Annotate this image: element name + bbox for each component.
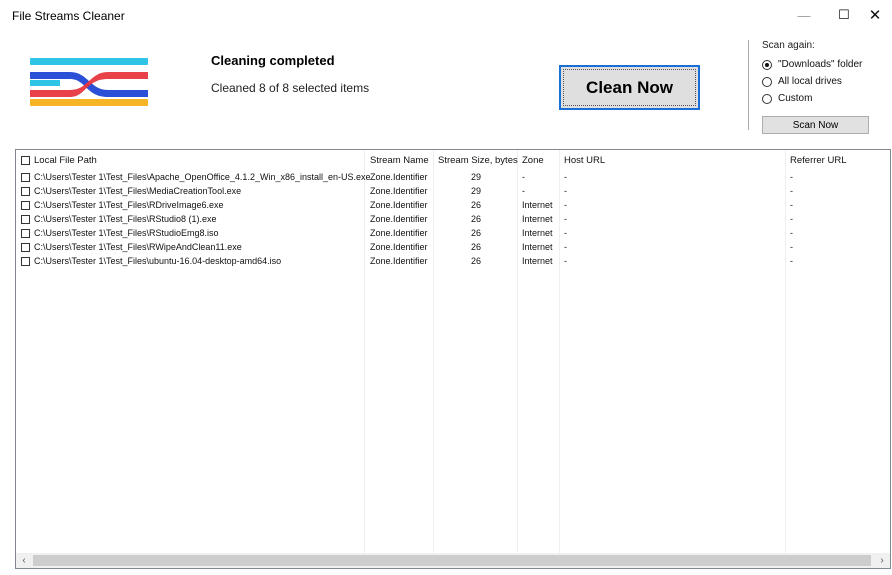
- cell-stream-size: 29: [470, 172, 481, 182]
- row-checkbox[interactable]: [21, 243, 30, 252]
- cell-local-file-path: C:\Users\Tester 1\Test_Files\MediaCreati…: [34, 186, 242, 196]
- cell-stream-size: 26: [470, 256, 481, 266]
- scan-panel-divider: [748, 40, 749, 130]
- radio-unselected-icon: [762, 76, 772, 87]
- cell-referrer-url: -: [790, 256, 793, 266]
- row-checkbox[interactable]: [21, 257, 30, 266]
- cell-stream-name: Zone.Identifier: [370, 256, 428, 266]
- cell-referrer-url: -: [790, 186, 793, 196]
- cell-local-file-path: C:\Users\Tester 1\Test_Files\RStudio8 (1…: [34, 214, 217, 224]
- cell-local-file-path: C:\Users\Tester 1\Test_Files\ubuntu-16.0…: [34, 256, 282, 266]
- scan-now-button[interactable]: Scan Now: [762, 116, 869, 134]
- cell-host-url: -: [564, 214, 567, 224]
- cell-referrer-url: -: [790, 214, 793, 224]
- radio-selected-icon: [762, 59, 772, 70]
- cell-local-file-path: C:\Users\Tester 1\Test_Files\Apache_Open…: [34, 172, 371, 182]
- logo-stripe-yellow: [30, 99, 148, 106]
- cell-zone: Internet: [522, 228, 553, 238]
- cell-stream-name: Zone.Identifier: [370, 228, 428, 238]
- column-header-stream-name[interactable]: Stream Name: [370, 150, 429, 170]
- status-subtitle: Cleaned 8 of 8 selected items: [211, 81, 370, 95]
- cell-host-url: -: [564, 242, 567, 252]
- cell-referrer-url: -: [790, 228, 793, 238]
- cell-referrer-url: -: [790, 172, 793, 182]
- cell-stream-name: Zone.Identifier: [370, 214, 428, 224]
- radio-unselected-icon: [762, 93, 772, 104]
- scrollbar-thumb[interactable]: [33, 555, 871, 566]
- clean-now-button[interactable]: Clean Now: [559, 65, 700, 110]
- cell-stream-name: Zone.Identifier: [370, 200, 428, 210]
- horizontal-scrollbar[interactable]: ‹ ›: [16, 553, 890, 568]
- cell-stream-size: 26: [470, 200, 481, 210]
- cell-stream-size: 26: [470, 228, 481, 238]
- app-logo-icon: [30, 58, 148, 106]
- cell-local-file-path: C:\Users\Tester 1\Test_Files\RWipeAndCle…: [34, 242, 242, 252]
- cell-zone: Internet: [522, 200, 553, 210]
- radio-downloads-folder[interactable]: "Downloads" folder: [762, 59, 862, 70]
- table-row[interactable]: C:\Users\Tester 1\Test_Files\RStudioEmg8…: [16, 227, 890, 240]
- table-row[interactable]: C:\Users\Tester 1\Test_Files\RWipeAndCle…: [16, 241, 890, 254]
- minimize-button[interactable]: —: [784, 0, 824, 30]
- cell-zone: Internet: [522, 214, 553, 224]
- cell-referrer-url: -: [790, 200, 793, 210]
- radio-custom-label: Custom: [778, 93, 813, 104]
- window-title: File Streams Cleaner: [12, 9, 125, 23]
- row-checkbox[interactable]: [21, 187, 30, 196]
- select-all-checkbox[interactable]: [21, 155, 30, 165]
- scroll-right-icon[interactable]: ›: [874, 553, 890, 568]
- column-header-zone[interactable]: Zone: [522, 150, 544, 170]
- cell-host-url: -: [564, 200, 567, 210]
- row-checkbox[interactable]: [21, 215, 30, 224]
- row-checkbox[interactable]: [21, 201, 30, 210]
- cell-stream-size: 26: [470, 242, 481, 252]
- status-title: Cleaning completed: [211, 53, 335, 68]
- cell-local-file-path: C:\Users\Tester 1\Test_Files\RStudioEmg8…: [34, 228, 219, 238]
- row-checkbox[interactable]: [21, 229, 30, 238]
- cell-host-url: -: [564, 186, 567, 196]
- cell-stream-name: Zone.Identifier: [370, 242, 428, 252]
- scroll-left-icon[interactable]: ‹: [16, 553, 32, 568]
- column-header-local-file-path[interactable]: Local File Path: [21, 150, 97, 170]
- radio-downloads-label: "Downloads" folder: [778, 59, 863, 70]
- logo-stripe-cyan: [30, 58, 148, 65]
- logo-stripe-cyan-2: [30, 80, 60, 86]
- table-row[interactable]: C:\Users\Tester 1\Test_Files\ubuntu-16.0…: [16, 255, 890, 268]
- cell-referrer-url: -: [790, 242, 793, 252]
- cell-stream-size: 29: [470, 186, 481, 196]
- cell-zone: -: [522, 172, 525, 182]
- cell-host-url: -: [564, 228, 567, 238]
- column-header-stream-size[interactable]: Stream Size, bytes: [438, 150, 518, 170]
- column-header-host-url[interactable]: Host URL: [564, 150, 605, 170]
- close-button[interactable]: ✕: [858, 0, 892, 30]
- row-checkbox[interactable]: [21, 173, 30, 182]
- cell-local-file-path: C:\Users\Tester 1\Test_Files\RDriveImage…: [34, 200, 224, 210]
- radio-all-local-drives[interactable]: All local drives: [762, 76, 842, 87]
- cell-zone: Internet: [522, 256, 553, 266]
- cell-zone: -: [522, 186, 525, 196]
- cell-host-url: -: [564, 172, 567, 182]
- scan-again-label: Scan again:: [762, 40, 815, 51]
- header-label: Local File Path: [34, 154, 97, 166]
- cell-stream-name: Zone.Identifier: [370, 186, 428, 196]
- cell-stream-name: Zone.Identifier: [370, 172, 428, 182]
- radio-all-drives-label: All local drives: [778, 76, 842, 87]
- file-streams-table: Local File Path Stream Name Stream Size,…: [15, 149, 891, 569]
- cell-stream-size: 26: [470, 214, 481, 224]
- table-row[interactable]: C:\Users\Tester 1\Test_Files\RDriveImage…: [16, 199, 890, 212]
- cell-zone: Internet: [522, 242, 553, 252]
- table-row[interactable]: C:\Users\Tester 1\Test_Files\RStudio8 (1…: [16, 213, 890, 226]
- table-row[interactable]: C:\Users\Tester 1\Test_Files\MediaCreati…: [16, 185, 890, 198]
- column-header-referrer-url[interactable]: Referrer URL: [790, 150, 847, 170]
- title-bar: File Streams Cleaner — ☐ ✕: [0, 0, 892, 30]
- cell-host-url: -: [564, 256, 567, 266]
- table-row[interactable]: C:\Users\Tester 1\Test_Files\Apache_Open…: [16, 171, 890, 184]
- radio-custom[interactable]: Custom: [762, 93, 812, 104]
